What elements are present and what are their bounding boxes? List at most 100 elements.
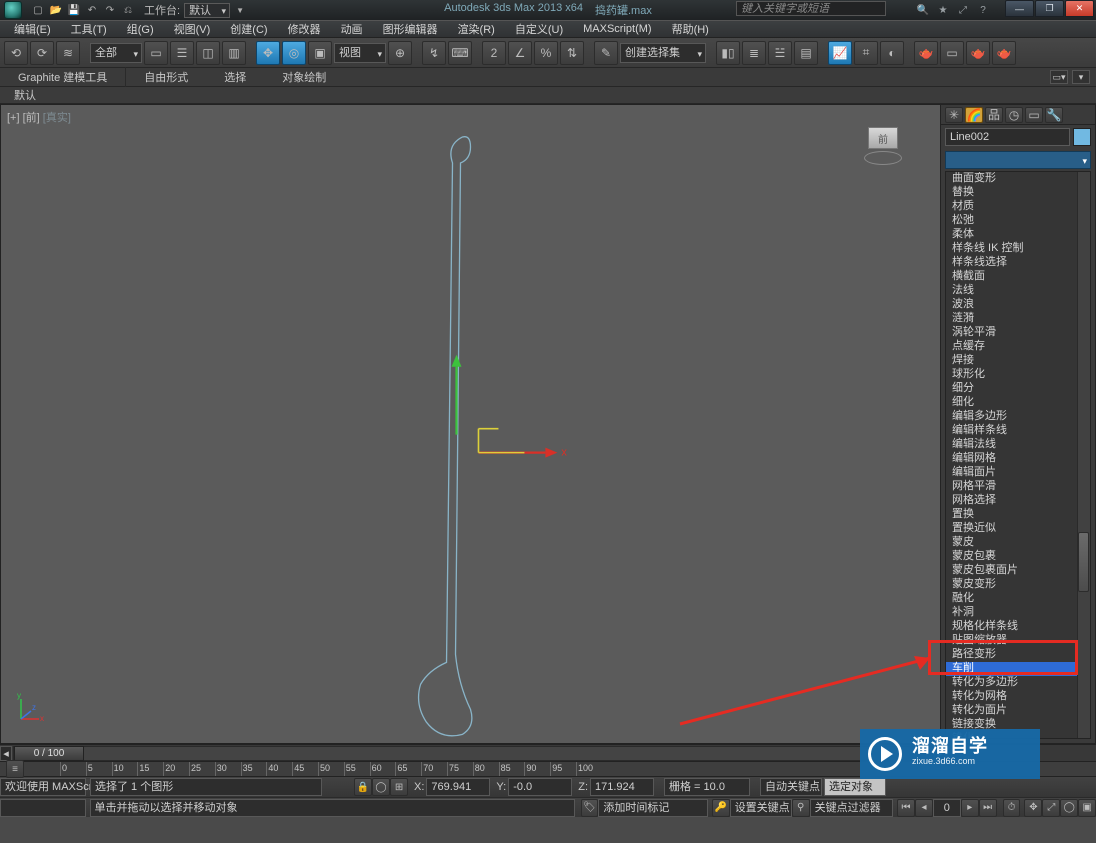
modifier-item[interactable]: 细分 (946, 382, 1090, 396)
ribbon-toggle-icon[interactable]: ▭▾ (1050, 70, 1068, 84)
coord-display-icon[interactable]: ⊞ (390, 778, 408, 796)
time-slider-left-icon[interactable]: ◂ (0, 746, 12, 761)
link-icon[interactable]: ⎌ (120, 2, 136, 18)
time-tag-icon[interactable]: 🏷 (581, 799, 599, 817)
modifier-item[interactable]: 网格选择 (946, 494, 1090, 508)
key-filter-icon[interactable]: ⚲ (792, 799, 810, 817)
set-key-button[interactable]: 设置关键点 (730, 799, 792, 817)
create-tab-icon[interactable]: ✳ (945, 107, 963, 123)
undo-icon[interactable]: ↶ (84, 2, 100, 18)
unlink-tool-icon[interactable]: ⟳ (30, 41, 54, 65)
render-iter-icon[interactable]: 🫖 (992, 41, 1016, 65)
goto-start-icon[interactable]: ⏮ (897, 799, 915, 817)
exchange-icon[interactable]: ⤢ (955, 2, 971, 18)
edit-named-sel-icon[interactable]: ✎ (594, 41, 618, 65)
modifier-item[interactable]: 车削 (946, 662, 1090, 676)
modifier-item[interactable]: 编辑样条线 (946, 424, 1090, 438)
view-cube[interactable]: 前 (862, 123, 904, 165)
modifier-item[interactable]: 替换 (946, 186, 1090, 200)
zoom-extents-icon[interactable]: ⤢ (1042, 799, 1060, 817)
select-rotate-icon[interactable]: ◎ (282, 41, 306, 65)
y-value-input[interactable]: -0.0 (508, 778, 572, 796)
prev-frame-icon[interactable]: ◂ (915, 799, 933, 817)
menu-自定义(U)[interactable]: 自定义(U) (507, 20, 571, 38)
menu-帮助(H)[interactable]: 帮助(H) (664, 20, 717, 38)
ribbon-tab-1[interactable]: 自由形式 (126, 67, 206, 87)
trackbar-ruler[interactable]: ≡ 05101520253035404550556065707580859095… (0, 761, 1096, 776)
menu-创建(C)[interactable]: 创建(C) (222, 20, 275, 38)
modifier-item[interactable]: 波浪 (946, 298, 1090, 312)
ref-coord-combo[interactable]: 视图 (334, 43, 386, 63)
modifier-item[interactable]: 蒙皮变形 (946, 578, 1090, 592)
modifier-item[interactable]: 材质 (946, 200, 1090, 214)
maxscript-output[interactable] (0, 799, 86, 817)
open-icon[interactable]: 📂 (48, 2, 64, 18)
snap-angle-icon[interactable]: ∠ (508, 41, 532, 65)
select-scale-icon[interactable]: ▣ (308, 41, 332, 65)
mirror-icon[interactable]: ▮▯ (716, 41, 740, 65)
render-prod-icon[interactable]: 🫖 (966, 41, 990, 65)
app-icon[interactable] (4, 1, 22, 19)
modifier-item[interactable]: 蒙皮包裹 (946, 550, 1090, 564)
menu-渲染(R)[interactable]: 渲染(R) (450, 20, 503, 38)
time-slider-right-icon[interactable]: ▸ (934, 746, 946, 761)
menu-工具(T)[interactable]: 工具(T) (63, 20, 115, 38)
modifier-item[interactable]: 样条线 IK 控制 (946, 242, 1090, 256)
orbit-view-icon[interactable]: ◯ (1060, 799, 1078, 817)
motion-tab-icon[interactable]: ◷ (1005, 107, 1023, 123)
isolate-icon[interactable]: ◯ (372, 778, 390, 796)
modifier-item[interactable]: 编辑多边形 (946, 410, 1090, 424)
ribbon-tab-2[interactable]: 选择 (206, 67, 264, 87)
menu-图形编辑器[interactable]: 图形编辑器 (375, 20, 446, 38)
select-move-icon[interactable]: ✥ (256, 41, 280, 65)
pan-view-icon[interactable]: ✥ (1024, 799, 1042, 817)
signin-icon[interactable]: ★ (935, 2, 951, 18)
dropdown-arrow-icon[interactable]: ▼ (232, 2, 248, 18)
spline-line002[interactable] (419, 137, 472, 736)
minimize-button[interactable]: — (1005, 0, 1034, 17)
align-icon[interactable]: ≣ (742, 41, 766, 65)
named-sel-combo[interactable]: 创建选择集 (620, 43, 706, 63)
ribbon-sub-default[interactable]: 默认 (0, 86, 50, 104)
help-search-input[interactable]: 键入关键字或短语 (736, 1, 886, 16)
scrollbar-thumb[interactable] (1078, 532, 1089, 592)
selection-filter-combo[interactable]: 全部 (90, 43, 142, 63)
maxscript-mini-listener[interactable]: 欢迎使用 MAXScr (0, 778, 86, 796)
gizmo-y-arrow-icon[interactable] (452, 355, 462, 367)
current-frame-input[interactable]: 0 (933, 799, 961, 817)
infocenter-icon[interactable]: 🔍 (915, 2, 931, 18)
modifier-item[interactable]: 置换近似 (946, 522, 1090, 536)
modifier-item[interactable]: 编辑面片 (946, 466, 1090, 480)
snap-percent-icon[interactable]: % (534, 41, 558, 65)
workspace-dropdown[interactable]: 默认 (184, 3, 230, 18)
hierarchy-tab-icon[interactable]: 品 (985, 107, 1003, 123)
material-editor-icon[interactable]: ◐ (880, 41, 904, 65)
rendered-frame-icon[interactable]: ▭ (940, 41, 964, 65)
menu-修改器[interactable]: 修改器 (280, 20, 329, 38)
x-value-input[interactable]: 769.941 (426, 778, 490, 796)
gizmo-x-arrow-icon[interactable] (545, 448, 557, 458)
modifier-item[interactable]: 链接变换 (946, 718, 1090, 732)
modifier-item[interactable]: 融化 (946, 592, 1090, 606)
modifier-item[interactable]: 球形化 (946, 368, 1090, 382)
next-frame-icon[interactable]: ▸ (961, 799, 979, 817)
trackbar-menu-icon[interactable]: ≡ (6, 760, 24, 778)
rectangular-selection-icon[interactable]: ◫ (196, 41, 220, 65)
menu-MAXScript(M)[interactable]: MAXScript(M) (575, 22, 659, 36)
help-icon[interactable]: ? (975, 2, 991, 18)
graphite-ribbon-icon[interactable]: ▤ (794, 41, 818, 65)
schematic-view-icon[interactable]: ⌗ (854, 41, 878, 65)
modifier-item[interactable]: 路径变形 (946, 648, 1090, 662)
utilities-tab-icon[interactable]: 🔧 (1045, 107, 1063, 123)
ribbon-tab-3[interactable]: 对象绘制 (264, 67, 344, 87)
keyboard-shortcut-icon[interactable]: ⌨ (448, 41, 472, 65)
object-name-input[interactable]: Line002 (945, 128, 1070, 146)
menu-编辑(E)[interactable]: 编辑(E) (6, 20, 59, 38)
goto-end-icon[interactable]: ⏭ (979, 799, 997, 817)
modifier-item[interactable]: 补洞 (946, 606, 1090, 620)
time-config-icon[interactable]: ⏱ (1003, 799, 1021, 817)
selection-lock-icon[interactable]: 🔒 (354, 778, 372, 796)
time-slider-handle[interactable]: 0 / 100 (14, 746, 84, 761)
modifier-item[interactable]: 置换 (946, 508, 1090, 522)
max-toggle-icon[interactable]: ▣ (1078, 799, 1096, 817)
